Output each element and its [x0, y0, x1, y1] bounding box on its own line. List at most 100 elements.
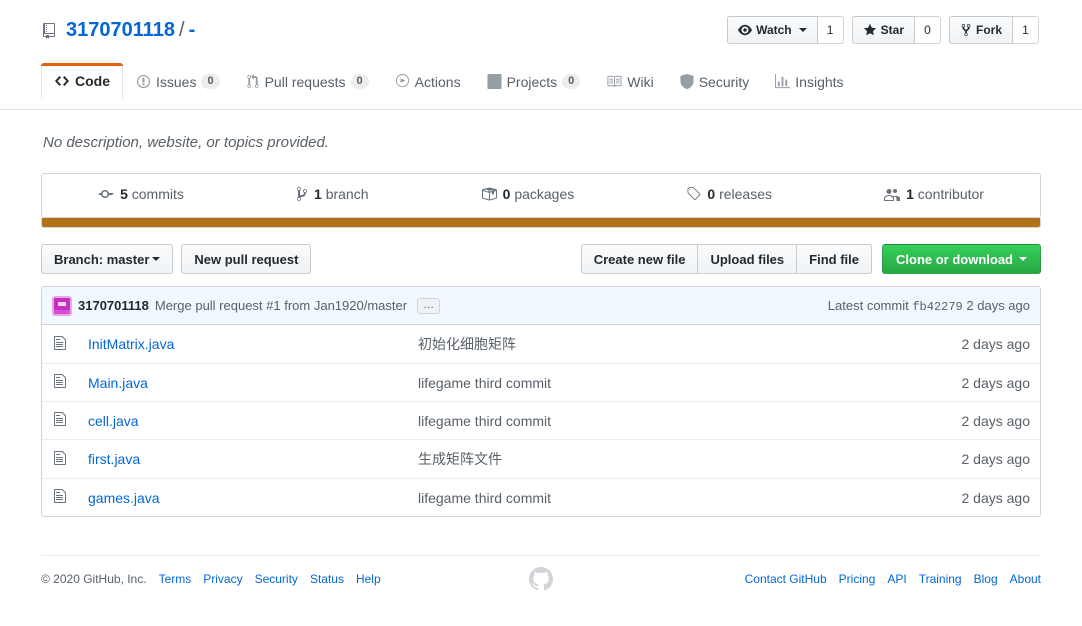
code-icon: [54, 73, 70, 89]
repo-owner-link[interactable]: 3170701118: [66, 18, 175, 43]
repo-nav: Code Issues 0: [41, 58, 1041, 98]
file-icon: [42, 479, 78, 517]
tab-actions[interactable]: Actions: [382, 64, 474, 98]
graph-icon: [775, 74, 790, 89]
star-count[interactable]: 0: [915, 16, 941, 44]
latest-commit-label: Latest commit: [828, 298, 909, 313]
history-icon: [98, 186, 114, 202]
file-name-link[interactable]: first.java: [88, 451, 140, 467]
tab-issues[interactable]: Issues 0: [123, 64, 233, 98]
create-new-file-button[interactable]: Create new file: [581, 244, 699, 274]
clone-or-download-button[interactable]: Clone or download: [882, 244, 1041, 274]
file-commit-message[interactable]: lifegame third commit: [408, 479, 910, 517]
table-row: first.java 生成矩阵文件2 days ago: [42, 440, 1040, 479]
tab-code[interactable]: Code: [41, 63, 123, 99]
numbers-summary: 5 commits 1 branch: [42, 174, 1040, 217]
file-commit-message[interactable]: 生成矩阵文件: [408, 440, 910, 479]
git-pull-request-icon: [246, 74, 260, 89]
footer-link-pricing[interactable]: Pricing: [839, 572, 876, 586]
clone-or-download-label: Clone or download: [896, 252, 1013, 267]
issue-opened-icon: [136, 74, 151, 89]
branch-prefix-label: Branch:: [54, 252, 103, 267]
releases-link[interactable]: 0 releases: [686, 186, 772, 202]
table-row: InitMatrix.java初始化细胞矩阵2 days ago: [42, 325, 1040, 364]
star-button-label: Star: [881, 23, 904, 37]
file-icon: [42, 325, 78, 364]
fork-count[interactable]: 1: [1013, 16, 1039, 44]
file-commit-age: 2 days ago: [910, 479, 1040, 517]
fork-icon: [960, 23, 972, 38]
watch-button[interactable]: Watch: [727, 16, 818, 44]
contributors-link[interactable]: 1 contributor: [884, 186, 984, 202]
commit-message-link[interactable]: Merge pull request #1 from Jan1920/maste…: [155, 298, 407, 313]
footer-link-security[interactable]: Security: [255, 572, 298, 586]
summary-item-contributors: 1 contributor: [828, 174, 1040, 217]
tab-insights[interactable]: Insights: [762, 64, 856, 98]
book-icon: [606, 74, 622, 89]
packages-link[interactable]: 0 packages: [481, 186, 575, 202]
table-row: cell.javalifegame third commit2 days ago: [42, 402, 1040, 440]
commit-age: 2 days ago: [966, 298, 1030, 313]
file-name-link[interactable]: cell.java: [88, 413, 139, 429]
footer-link-contact-github[interactable]: Contact GitHub: [745, 572, 827, 586]
file-icon: [42, 440, 78, 479]
footer-link-blog[interactable]: Blog: [974, 572, 998, 586]
packages-label: packages: [514, 186, 574, 202]
file-name-link[interactable]: InitMatrix.java: [88, 336, 174, 352]
github-repo-page: 3170701118 / - Watch: [0, 0, 1082, 626]
file-commit-message[interactable]: lifegame third commit: [408, 402, 910, 440]
file-name-link[interactable]: Main.java: [88, 375, 148, 391]
files-table-body: InitMatrix.java初始化细胞矩阵2 days agoMain.jav…: [42, 325, 1040, 516]
tab-projects[interactable]: Projects 0: [474, 64, 594, 98]
watch-button-group: Watch 1: [727, 16, 844, 44]
tab-projects-label: Projects: [507, 75, 558, 89]
avatar[interactable]: [52, 296, 72, 316]
file-icon: [42, 364, 78, 402]
commit-sha[interactable]: fb42279: [912, 300, 962, 314]
star-icon: [863, 23, 877, 38]
find-file-button[interactable]: Find file: [797, 244, 872, 274]
footer-link-privacy[interactable]: Privacy: [203, 572, 242, 586]
summary-item-branches: 1 branch: [240, 174, 425, 217]
footer-link-status[interactable]: Status: [310, 572, 344, 586]
tab-wiki[interactable]: Wiki: [593, 64, 666, 98]
footer-link-api[interactable]: API: [887, 572, 906, 586]
upload-files-button[interactable]: Upload files: [698, 244, 797, 274]
packages-count: 0: [503, 186, 511, 202]
watch-count[interactable]: 1: [818, 16, 844, 44]
footer-link-terms[interactable]: Terms: [159, 572, 192, 586]
repo-separator: /: [179, 18, 185, 43]
file-commit-message[interactable]: lifegame third commit: [408, 364, 910, 402]
star-button-group: Star 0: [852, 16, 941, 44]
branches-count: 1: [314, 186, 322, 202]
toolbar-right: Create new file Upload files Find file C…: [581, 244, 1041, 274]
branch-selector-button[interactable]: Branch: master: [41, 244, 173, 274]
footer-link-training[interactable]: Training: [919, 572, 962, 586]
footer-link-about[interactable]: About: [1010, 572, 1041, 586]
file-name-cell: games.java: [78, 479, 408, 517]
branch-name-label: master: [107, 252, 150, 267]
file-name-link[interactable]: games.java: [88, 490, 160, 506]
commit-expand-button[interactable]: …: [417, 298, 440, 314]
tab-pull-requests[interactable]: Pull requests 0: [233, 64, 382, 98]
repo-name-link[interactable]: -: [189, 18, 196, 43]
branches-link[interactable]: 1 branch: [296, 186, 369, 202]
fork-button[interactable]: Fork: [949, 16, 1013, 44]
language-segment-java[interactable]: [42, 218, 1040, 227]
commits-link[interactable]: 5 commits: [98, 186, 184, 202]
footer-link-help[interactable]: Help: [356, 572, 381, 586]
file-commit-message[interactable]: 初始化细胞矩阵: [408, 325, 910, 364]
tab-issues-count: 0: [201, 74, 219, 89]
file-commit-age: 2 days ago: [910, 364, 1040, 402]
star-button[interactable]: Star: [852, 16, 915, 44]
file-commit-age: 2 days ago: [910, 440, 1040, 479]
commit-author-link[interactable]: 3170701118: [78, 298, 149, 313]
tab-security[interactable]: Security: [667, 64, 763, 98]
header-container: 3170701118 / - Watch: [41, 16, 1041, 98]
breadcrumb: 3170701118 / -: [43, 18, 195, 43]
table-row: Main.java lifegame third commit2 days ago: [42, 364, 1040, 402]
repo-title-row: 3170701118 / - Watch: [41, 16, 1041, 44]
tab-actions-label: Actions: [415, 75, 461, 89]
commit-author-message: 3170701118 Merge pull request #1 from Ja…: [52, 296, 440, 316]
new-pull-request-button[interactable]: New pull request: [181, 244, 311, 274]
